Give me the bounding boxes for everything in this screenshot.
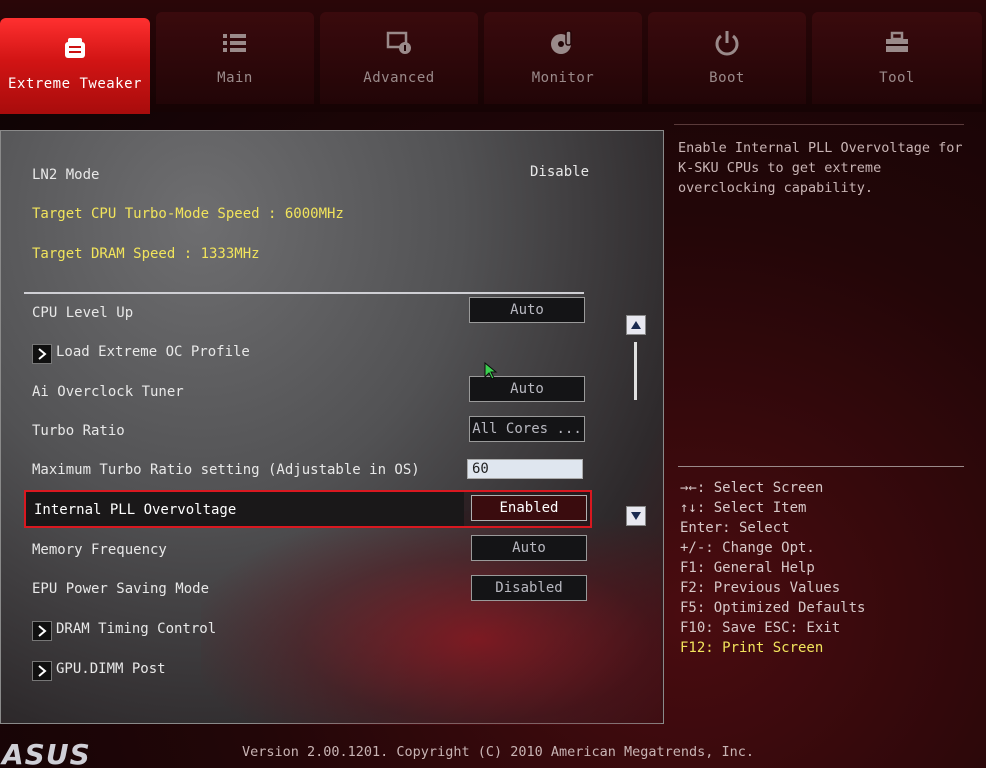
key-hint-previous-values: F2: Previous Values — [680, 580, 841, 596]
tab-label: Boot — [709, 70, 745, 86]
section-divider — [24, 292, 584, 294]
tab-boot[interactable]: Boot — [648, 12, 806, 104]
top-tab-bar: Extreme Tweaker Main Advanced Monitor Bo… — [0, 0, 986, 114]
internal-pll-overvoltage-select[interactable]: Enabled — [471, 495, 587, 521]
key-hint-optimized-defaults: F5: Optimized Defaults — [680, 600, 866, 616]
max-turbo-ratio-input[interactable]: 60 — [467, 459, 583, 479]
submenu-arrow-icon — [32, 344, 52, 364]
cpu-level-up-select[interactable]: Auto — [469, 297, 585, 323]
key-legend: →←: Select Screen ↑↓: Select Item Enter:… — [680, 478, 865, 658]
target-dram-speed: Target DRAM Speed : 1333MHz — [32, 246, 260, 262]
epu-power-saving-select[interactable]: Disabled — [471, 575, 587, 601]
scroll-up-button[interactable] — [626, 315, 646, 335]
advanced-icon — [382, 26, 416, 60]
ln2-mode-value[interactable]: Disable — [530, 164, 589, 180]
help-divider-top — [674, 124, 964, 125]
tab-tool[interactable]: Tool — [812, 12, 982, 104]
tweaker-icon — [58, 32, 92, 66]
cpu-level-up-label: CPU Level Up — [32, 305, 134, 321]
key-hint-change-opt: +/-: Change Opt. — [680, 540, 815, 556]
tab-main[interactable]: Main — [156, 12, 314, 104]
asus-logo: ASUS — [2, 738, 91, 768]
mouse-cursor-icon — [484, 362, 498, 380]
tab-label: Main — [217, 70, 253, 86]
turbo-ratio-label: Turbo Ratio — [32, 423, 125, 439]
key-hint-select-screen: →←: Select Screen — [680, 480, 824, 496]
target-cpu-speed: Target CPU Turbo-Mode Speed : 6000MHz — [32, 206, 344, 222]
key-hint-save-exit: F10: Save ESC: Exit — [680, 620, 841, 636]
scroll-down-button[interactable] — [626, 506, 646, 526]
tab-label: Tool — [879, 70, 915, 86]
tab-advanced[interactable]: Advanced — [320, 12, 478, 104]
epu-power-saving-label: EPU Power Saving Mode — [32, 581, 210, 597]
submenu-arrow-icon — [32, 621, 52, 641]
submenu-arrow-icon — [32, 661, 52, 681]
key-hint-select-item: ↑↓: Select Item — [680, 500, 807, 516]
load-extreme-oc-profile-link[interactable]: Load Extreme OC Profile — [56, 344, 250, 360]
internal-pll-overvoltage-label: Internal PLL Overvoltage — [34, 502, 237, 518]
key-hint-general-help: F1: General Help — [680, 560, 815, 576]
monitor-icon — [546, 26, 580, 60]
tab-label: Extreme Tweaker — [8, 76, 142, 92]
help-divider — [678, 466, 964, 467]
dram-timing-control-link[interactable]: DRAM Timing Control — [56, 621, 216, 637]
tab-label: Monitor — [531, 70, 595, 86]
ai-overclock-tuner-label: Ai Overclock Tuner — [32, 384, 184, 400]
memory-frequency-select[interactable]: Auto — [471, 535, 587, 561]
toolbox-icon — [880, 26, 914, 60]
memory-frequency-label: Memory Frequency — [32, 542, 167, 558]
key-hint-enter: Enter: Select — [680, 520, 790, 536]
version-copyright: Version 2.00.1201. Copyright (C) 2010 Am… — [242, 744, 755, 760]
key-hint-print-screen: F12: Print Screen — [680, 640, 824, 656]
list-icon — [218, 26, 252, 60]
ln2-mode-label: LN2 Mode — [32, 167, 100, 183]
max-turbo-ratio-label: Maximum Turbo Ratio setting (Adjustable … — [32, 462, 420, 478]
power-icon — [710, 26, 744, 60]
gpu-dimm-post-link[interactable]: GPU.DIMM Post — [56, 661, 166, 677]
tab-monitor[interactable]: Monitor — [484, 12, 642, 104]
tab-label: Advanced — [363, 70, 435, 86]
turbo-ratio-select[interactable]: All Cores ... — [469, 416, 585, 442]
help-description: Enable Internal PLL Overvoltage for K-SK… — [678, 140, 963, 196]
tab-extreme-tweaker[interactable]: Extreme Tweaker — [0, 18, 150, 114]
scrollbar-thumb[interactable] — [634, 342, 637, 400]
